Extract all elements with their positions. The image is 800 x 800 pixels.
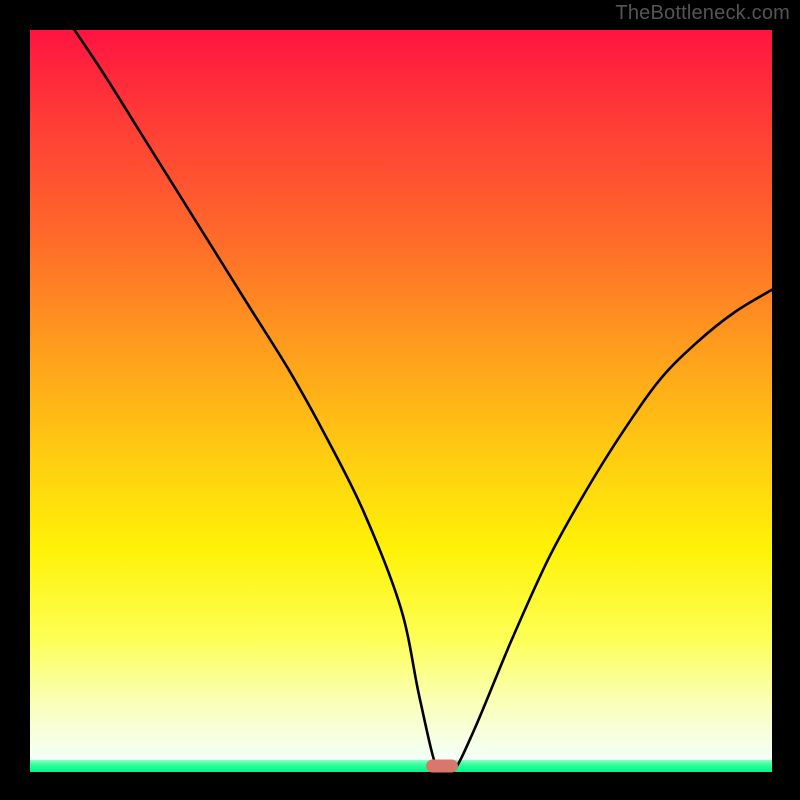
bottleneck-curve <box>75 30 773 772</box>
watermark-label: TheBottleneck.com <box>615 2 790 25</box>
baseline-strip <box>30 760 772 772</box>
plot-area <box>30 30 772 772</box>
chart-container: TheBottleneck.com <box>0 0 800 800</box>
curve-svg <box>30 30 772 772</box>
